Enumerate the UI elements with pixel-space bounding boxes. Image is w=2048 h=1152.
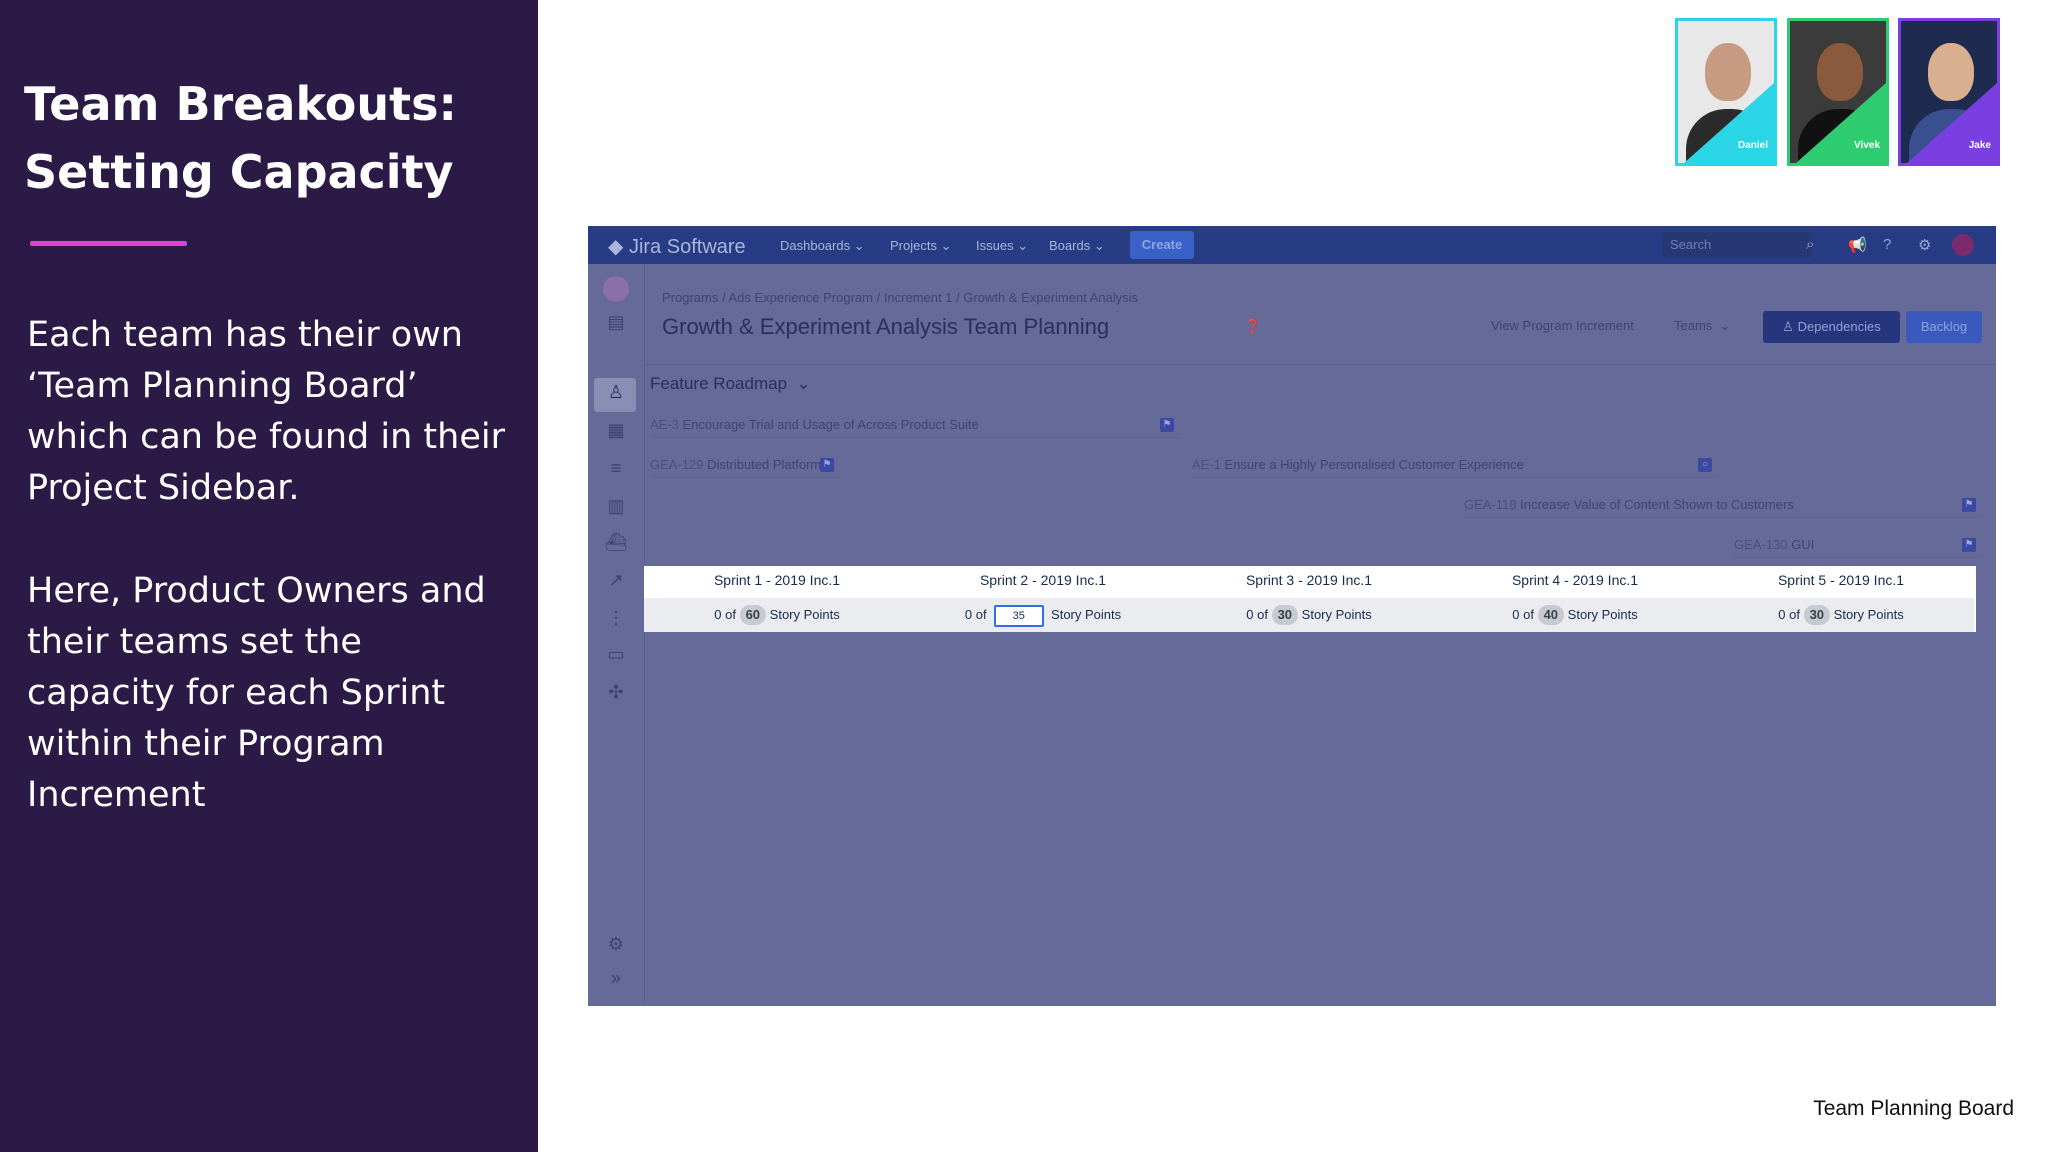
avatar-daniel: Daniel <box>1675 18 1777 166</box>
sprint-capacity-row: 0 of 35 Story Points <box>910 598 1176 632</box>
feature-row[interactable]: AE-3 Encourage Trial and Usage of Across… <box>650 412 1180 438</box>
dependencies-button[interactable]: ♙ Dependencies <box>1763 311 1900 343</box>
nav-projects[interactable]: Projects ⌄ <box>890 238 951 254</box>
sprint-name: Sprint 2 - 2019 Inc.1 <box>979 572 1107 588</box>
sprint-column: Sprint 5 - 2019 Inc.1 0 of 30 Story Poin… <box>1708 566 1974 632</box>
feature-badge-icon: ⚑ <box>1962 498 1976 512</box>
breadcrumb[interactable]: Programs / Ads Experience Program / Incr… <box>662 290 1138 305</box>
feature-row[interactable]: GEA-130 GUI ⚑ <box>1734 532 1982 558</box>
sprint-column: Sprint 3 - 2019 Inc.1 0 of 30 Story Poin… <box>1176 566 1442 632</box>
nav-boards[interactable]: Boards ⌄ <box>1049 238 1105 254</box>
capacity-value[interactable]: 60 <box>739 605 767 625</box>
accent-divider <box>30 241 187 246</box>
feature-badge-icon: ○ <box>1698 458 1712 472</box>
expand-chevron-icon[interactable]: » <box>602 968 630 992</box>
color-corner <box>1684 83 1774 163</box>
puzzle-icon[interactable]: ✣ <box>602 682 630 706</box>
slide-title: Team Breakouts: Setting Capacity <box>24 70 524 206</box>
chart-icon[interactable]: ↗ <box>602 570 630 594</box>
monitor-icon[interactable]: ▭ <box>602 644 630 668</box>
sprint-capacity-row: 0 of 40 Story Points <box>1442 598 1708 632</box>
avatar-vivek: Vivek <box>1787 18 1889 166</box>
capacity-value[interactable]: 40 <box>1537 605 1565 625</box>
sprint-capacity-row: 0 of 60 Story Points <box>644 598 910 632</box>
backlog-button[interactable]: Backlog <box>1906 311 1982 343</box>
feature-roadmap-toggle[interactable]: Feature Roadmap ⌄ <box>650 374 811 394</box>
help-icon[interactable]: ? <box>1883 236 1891 253</box>
color-corner <box>1907 83 1997 163</box>
title-line-1: Team Breakouts: <box>24 77 457 131</box>
board-icon[interactable]: ▤ <box>602 312 630 336</box>
feature-badge-icon: ⚑ <box>1160 418 1174 432</box>
sprint-name: Sprint 3 - 2019 Inc.1 <box>1245 572 1373 588</box>
columns-icon[interactable]: ▥ <box>602 496 630 520</box>
teams-dropdown[interactable]: Teams ⌄ <box>1674 318 1730 334</box>
avatar-jake: Jake <box>1898 18 2000 166</box>
slide-sidebar: Team Breakouts: Setting Capacity Each te… <box>0 0 538 1152</box>
avatar-name: Vivek <box>1854 140 1880 151</box>
sprint-capacity-row: 0 of 30 Story Points <box>1708 598 1974 632</box>
paragraph-set-capacity: Here, Product Owners and their teams set… <box>27 571 486 815</box>
gear-icon[interactable]: ⚙ <box>1918 236 1931 254</box>
jira-screenshot: ◆ Jira Software Dashboards ⌄ Projects ⌄ … <box>588 226 1996 1006</box>
slide-footer: Team Planning Board <box>1813 1097 2014 1120</box>
megaphone-icon[interactable]: 📢 <box>1848 236 1867 254</box>
feature-row[interactable]: AE-1 Ensure a Highly Personalised Custom… <box>1192 452 1718 478</box>
sprint-column: Sprint 4 - 2019 Inc.1 0 of 40 Story Poin… <box>1442 566 1708 632</box>
team-planning-icon[interactable]: ♙ <box>602 382 630 406</box>
feature-badge-icon: ⚑ <box>820 458 834 472</box>
top-navigation: ◆ Jira Software Dashboards ⌄ Projects ⌄ … <box>588 226 1996 264</box>
header-divider <box>644 364 1996 365</box>
sprint-name: Sprint 5 - 2019 Inc.1 <box>1777 572 1905 588</box>
avatar-name: Jake <box>1968 140 1991 151</box>
feature-row[interactable]: GEA-118 Increase Value of Content Shown … <box>1464 492 1982 518</box>
ship-icon[interactable]: ⛴ <box>602 532 630 556</box>
capacity-input[interactable]: 35 <box>993 604 1044 627</box>
avatar-name: Daniel <box>1737 140 1768 151</box>
capacity-value[interactable]: 30 <box>1803 605 1831 625</box>
jira-diamond-icon: ◆ <box>608 236 624 258</box>
search-input[interactable]: Search <box>1662 232 1812 258</box>
sprint-name: Sprint 1 - 2019 Inc.1 <box>713 572 841 588</box>
paragraph-team-planning-board: Each team has their own ‘Team Planning B… <box>27 315 505 508</box>
help-circle-icon[interactable]: ❓ <box>1244 318 1261 335</box>
feature-row[interactable]: GEA-129 Distributed Platform ⚑ <box>650 452 840 478</box>
feature-badge-icon: ⚑ <box>1962 538 1976 552</box>
project-avatar[interactable] <box>603 276 629 302</box>
sprint-column: Sprint 2 - 2019 Inc.1 0 of 35 Story Poin… <box>910 566 1176 632</box>
view-program-increment-link[interactable]: View Program Increment <box>1491 318 1634 333</box>
sprint-capacity-table: Sprint 1 - 2019 Inc.1 0 of 60 Story Poin… <box>644 566 1976 632</box>
profile-avatar[interactable] <box>1952 234 1974 256</box>
sprint-column: Sprint 1 - 2019 Inc.1 0 of 60 Story Poin… <box>644 566 910 632</box>
nav-issues[interactable]: Issues ⌄ <box>976 238 1028 254</box>
project-sidebar: ▤ ♙ ▦ ≡ ▥ ⛴ ↗ ⋮ ▭ ✣ ⚙ » <box>588 264 645 1006</box>
capacity-value[interactable]: 30 <box>1271 605 1299 625</box>
grid-icon[interactable]: ▦ <box>602 420 630 444</box>
create-button[interactable]: Create <box>1130 231 1194 259</box>
dependencies-icon: ♙ <box>1782 319 1794 334</box>
dependencies-icon[interactable]: ⋮ <box>602 608 630 632</box>
jira-logo[interactable]: ◆ Jira Software <box>608 234 746 259</box>
color-corner <box>1796 83 1886 163</box>
title-line-2: Setting Capacity <box>24 145 454 199</box>
settings-gear-icon[interactable]: ⚙ <box>602 934 630 958</box>
search-icon[interactable]: ⌕ <box>1806 236 1814 253</box>
sprint-name: Sprint 4 - 2019 Inc.1 <box>1511 572 1639 588</box>
sprint-capacity-row: 0 of 30 Story Points <box>1176 598 1442 632</box>
backlog-icon[interactable]: ≡ <box>602 458 630 482</box>
nav-dashboards[interactable]: Dashboards ⌄ <box>780 238 865 254</box>
page-title: Growth & Experiment Analysis Team Planni… <box>662 314 1110 339</box>
